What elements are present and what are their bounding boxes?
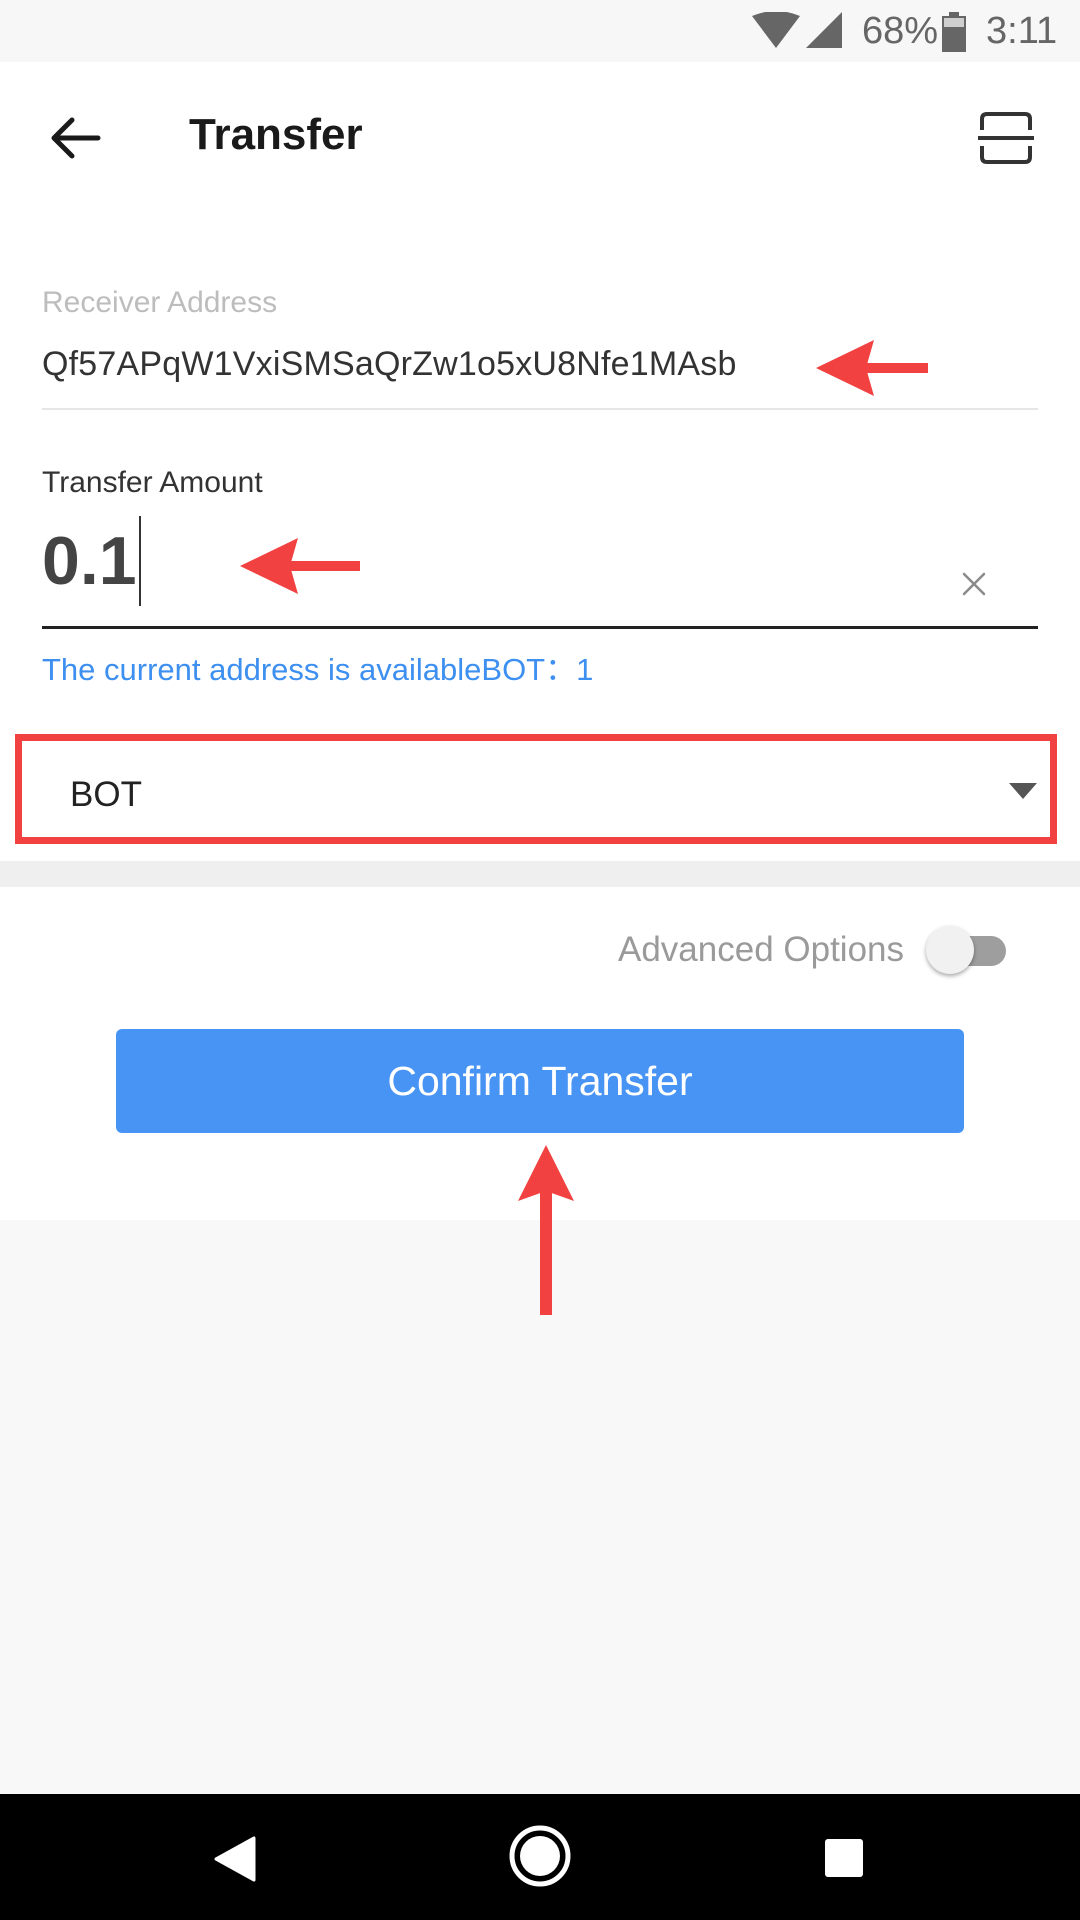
back-arrow-icon[interactable]: [46, 110, 102, 166]
confirm-transfer-button[interactable]: Confirm Transfer: [116, 1029, 964, 1133]
nav-home-icon[interactable]: [508, 1824, 572, 1888]
annotation-arrow-address: [816, 340, 928, 396]
advanced-options-label: Advanced Options: [618, 930, 905, 969]
cell-signal-icon: [806, 12, 842, 48]
system-nav-bar: [0, 1794, 1080, 1920]
receiver-address-label: Receiver Address: [42, 286, 278, 319]
toggle-thumb: [926, 926, 974, 974]
battery-icon: [942, 12, 966, 52]
receiver-address-input[interactable]: Qf57APqW1VxiSMSaQrZw1o5xU8Nfe1MAsb: [42, 345, 737, 384]
transfer-screen: 68% 3:11 Transfer Receiver Address Qf57A…: [0, 0, 1080, 1920]
token-select[interactable]: BOT: [15, 734, 1057, 844]
page-title: Transfer: [189, 110, 363, 159]
token-select-value: BOT: [70, 775, 142, 814]
clear-icon[interactable]: [958, 568, 990, 600]
caret-down-icon: [1009, 783, 1037, 799]
battery-percent: 68%: [862, 10, 939, 52]
status-clock: 3:11: [986, 10, 1058, 52]
receiver-address-underline: [42, 408, 1038, 410]
scan-icon[interactable]: [978, 110, 1034, 166]
advanced-options-toggle[interactable]: [926, 924, 1010, 976]
text-caret: [139, 516, 141, 606]
section-divider: [0, 861, 1080, 887]
transfer-amount-underline: [42, 626, 1038, 629]
annotation-arrow-confirm: [518, 1145, 574, 1315]
status-bar: 68% 3:11: [0, 0, 1080, 62]
available-balance-text: The current address is availableBOT：1: [42, 652, 594, 687]
wifi-icon: [752, 12, 800, 48]
transfer-amount-label: Transfer Amount: [42, 466, 263, 499]
annotation-arrow-amount: [240, 538, 360, 594]
nav-recent-icon[interactable]: [824, 1838, 864, 1878]
nav-back-icon[interactable]: [214, 1836, 256, 1882]
transfer-amount-input[interactable]: 0.1: [42, 522, 137, 600]
